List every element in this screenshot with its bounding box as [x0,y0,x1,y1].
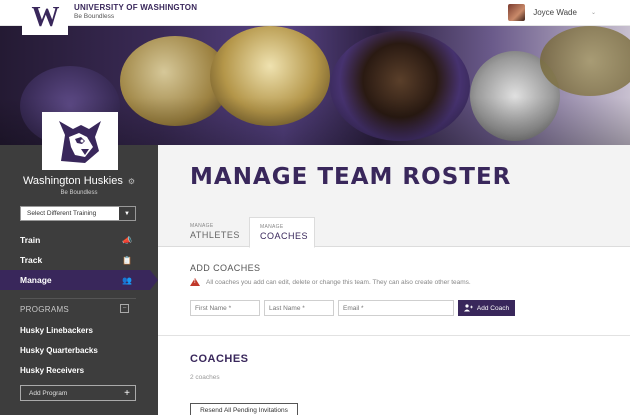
sidebar-item-manage[interactable]: Manage 👥 [0,270,158,290]
team-name: Washington Huskies ⚙ [0,175,158,187]
sidebar-item-program[interactable]: Husky Linebackers [20,326,93,335]
coaches-heading: COACHES [190,353,249,365]
notice-text: All coaches you add can edit, delete or … [206,278,471,286]
tab-small-label: MANAGE [190,223,214,229]
sidebar: Washington Huskies ⚙ Be Boundless Select… [0,145,158,415]
add-coach-label: Add Coach [476,304,510,312]
team-tagline: Be Boundless [60,190,98,196]
last-name-field[interactable] [264,300,334,316]
coach-permissions-notice: All coaches you add can edit, delete or … [190,278,471,286]
add-coach-button[interactable]: Add Coach [458,300,515,316]
sidebar-divider [20,298,136,299]
avatar[interactable] [508,4,526,21]
university-name: UNIVERSITY OF WASHINGTON [74,3,198,12]
husky-logo-icon [59,121,101,163]
section-divider [158,335,630,336]
chevron-down-icon[interactable]: ⌄ [591,9,596,16]
clipboard-icon: 📋 [122,255,132,265]
sidebar-item-program[interactable]: Husky Receivers [20,366,84,375]
page-title: MANAGE TEAM ROSTER [190,164,512,190]
warning-icon [190,278,200,286]
tab-coaches[interactable]: MANAGE COACHES [249,217,315,248]
team-name-text: Washington Huskies [22,175,123,187]
add-program-label: Add Program [29,389,68,397]
programs-header: PROGRAMS [20,305,70,314]
university-branding[interactable]: UNIVERSITY OF WASHINGTON Be Boundless [74,3,197,20]
user-menu[interactable]: Joyce Wade ⌄ [508,4,596,21]
sidebar-item-label: Train [20,235,41,245]
chevron-down-icon[interactable]: ▼ [119,207,135,220]
top-bar: UNIVERSITY OF WASHINGTON Be Boundless Jo… [0,0,630,26]
tab-label: ATHLETES [190,230,240,240]
megaphone-icon: 📣 [122,235,132,245]
add-user-icon [463,304,473,312]
collapse-icon[interactable]: − [120,304,129,313]
email-field[interactable] [338,300,454,316]
university-logo[interactable]: W [22,0,68,35]
team-logo [42,112,118,170]
select-training-dropdown[interactable]: Select Different Training ▼ [20,206,136,221]
first-name-field[interactable] [190,300,260,316]
sidebar-item-label: Manage [20,275,52,285]
resend-invitations-button[interactable]: Resend All Pending Invitations [190,403,298,415]
university-tagline: Be Boundless [74,13,115,20]
tab-small-label: MANAGE [260,224,284,230]
sidebar-item-program[interactable]: Husky Quarterbacks [20,346,98,355]
page-header: MANAGE TEAM ROSTER MANAGE ATHLETES MANAG… [158,145,630,248]
user-name[interactable]: Joyce Wade [533,8,577,17]
coaches-count: 2 coaches [190,374,220,381]
tab-athletes[interactable]: MANAGE ATHLETES [180,217,244,247]
plus-icon: + [124,387,130,399]
select-training-label: Select Different Training [27,210,97,217]
tab-label: COACHES [260,231,309,241]
add-coaches-heading: ADD COACHES [190,263,261,273]
sidebar-item-track[interactable]: Track 📋 [0,250,158,270]
gear-icon[interactable]: ⚙ [128,177,135,186]
sidebar-item-train[interactable]: Train 📣 [0,230,158,250]
main-content: MANAGE TEAM ROSTER MANAGE ATHLETES MANAG… [158,145,630,415]
sidebar-item-label: Track [20,255,43,265]
users-icon: 👥 [122,275,132,285]
w-logo-icon: W [31,1,60,33]
add-program-button[interactable]: Add Program + [20,385,136,401]
